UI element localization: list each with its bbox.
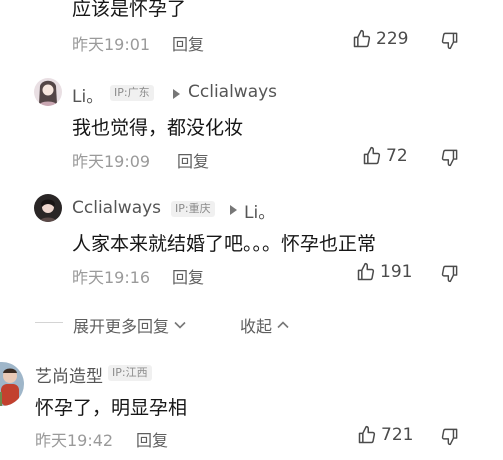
- ip-badge: IP:江西: [108, 365, 152, 381]
- thumbs-down-icon: [441, 265, 458, 283]
- ip-badge: IP:重庆: [171, 201, 215, 217]
- reply-button[interactable]: 回复: [136, 427, 168, 451]
- comment-text: 怀孕了，明显孕相: [35, 397, 188, 419]
- thumbs-up-icon: [358, 425, 376, 444]
- thumbs-down-icon: [441, 428, 458, 446]
- avatar[interactable]: [34, 194, 62, 222]
- chevron-up-icon: [277, 321, 289, 329]
- expand-label: 展开更多回复: [73, 317, 170, 336]
- thumbs-up-icon: [363, 146, 381, 165]
- ip-badge: IP:广东: [110, 85, 154, 101]
- username[interactable]: 艺尚造型: [35, 362, 103, 387]
- comment-time: 昨天19:01: [72, 35, 151, 54]
- triangle-right-icon: [173, 89, 180, 99]
- collapse-replies-button[interactable]: 收起: [240, 313, 290, 337]
- comment-text: 我也觉得，都没化妆: [72, 117, 244, 139]
- like-button[interactable]: 72: [362, 146, 408, 166]
- like-count: 229: [376, 29, 409, 49]
- like-button[interactable]: 191: [356, 262, 412, 282]
- thumbs-down-icon: [441, 32, 458, 50]
- reply-button[interactable]: 回复: [172, 264, 204, 288]
- triangle-right-icon: [230, 205, 237, 215]
- chevron-down-icon: [174, 321, 186, 329]
- thumbs-down-icon: [441, 149, 458, 167]
- reply-to-username[interactable]: Cclialways: [188, 82, 277, 102]
- like-count: 191: [380, 262, 413, 282]
- reply-button[interactable]: 回复: [172, 31, 204, 55]
- comment-time: 昨天19:42: [35, 431, 114, 450]
- collapse-label: 收起: [240, 317, 273, 336]
- thumbs-up-icon: [357, 262, 375, 281]
- thumbs-up-icon: [353, 29, 371, 48]
- dislike-button[interactable]: [440, 31, 459, 54]
- reply-button[interactable]: 回复: [177, 148, 209, 172]
- avatar[interactable]: [0, 362, 24, 406]
- username[interactable]: Cclialways: [72, 198, 161, 218]
- comment-time: 昨天19:16: [72, 268, 151, 287]
- expand-replies-button[interactable]: 展开更多回复: [73, 313, 187, 337]
- comment-time: 昨天19:09: [72, 152, 151, 171]
- dislike-button[interactable]: [440, 427, 459, 450]
- like-count: 721: [381, 425, 414, 445]
- avatar[interactable]: [34, 78, 62, 106]
- divider: [35, 322, 63, 323]
- dislike-button[interactable]: [440, 148, 459, 171]
- like-count: 72: [386, 146, 408, 166]
- comment-text: 应该是怀孕了: [72, 0, 187, 20]
- dislike-button[interactable]: [440, 264, 459, 287]
- comment-text: 人家本来就结婚了吧。。。怀孕也正常: [72, 233, 377, 255]
- reply-to-username[interactable]: Li。: [244, 198, 275, 223]
- like-button[interactable]: 229: [352, 29, 408, 49]
- like-button[interactable]: 721: [357, 425, 413, 445]
- username[interactable]: Li。: [72, 82, 103, 107]
